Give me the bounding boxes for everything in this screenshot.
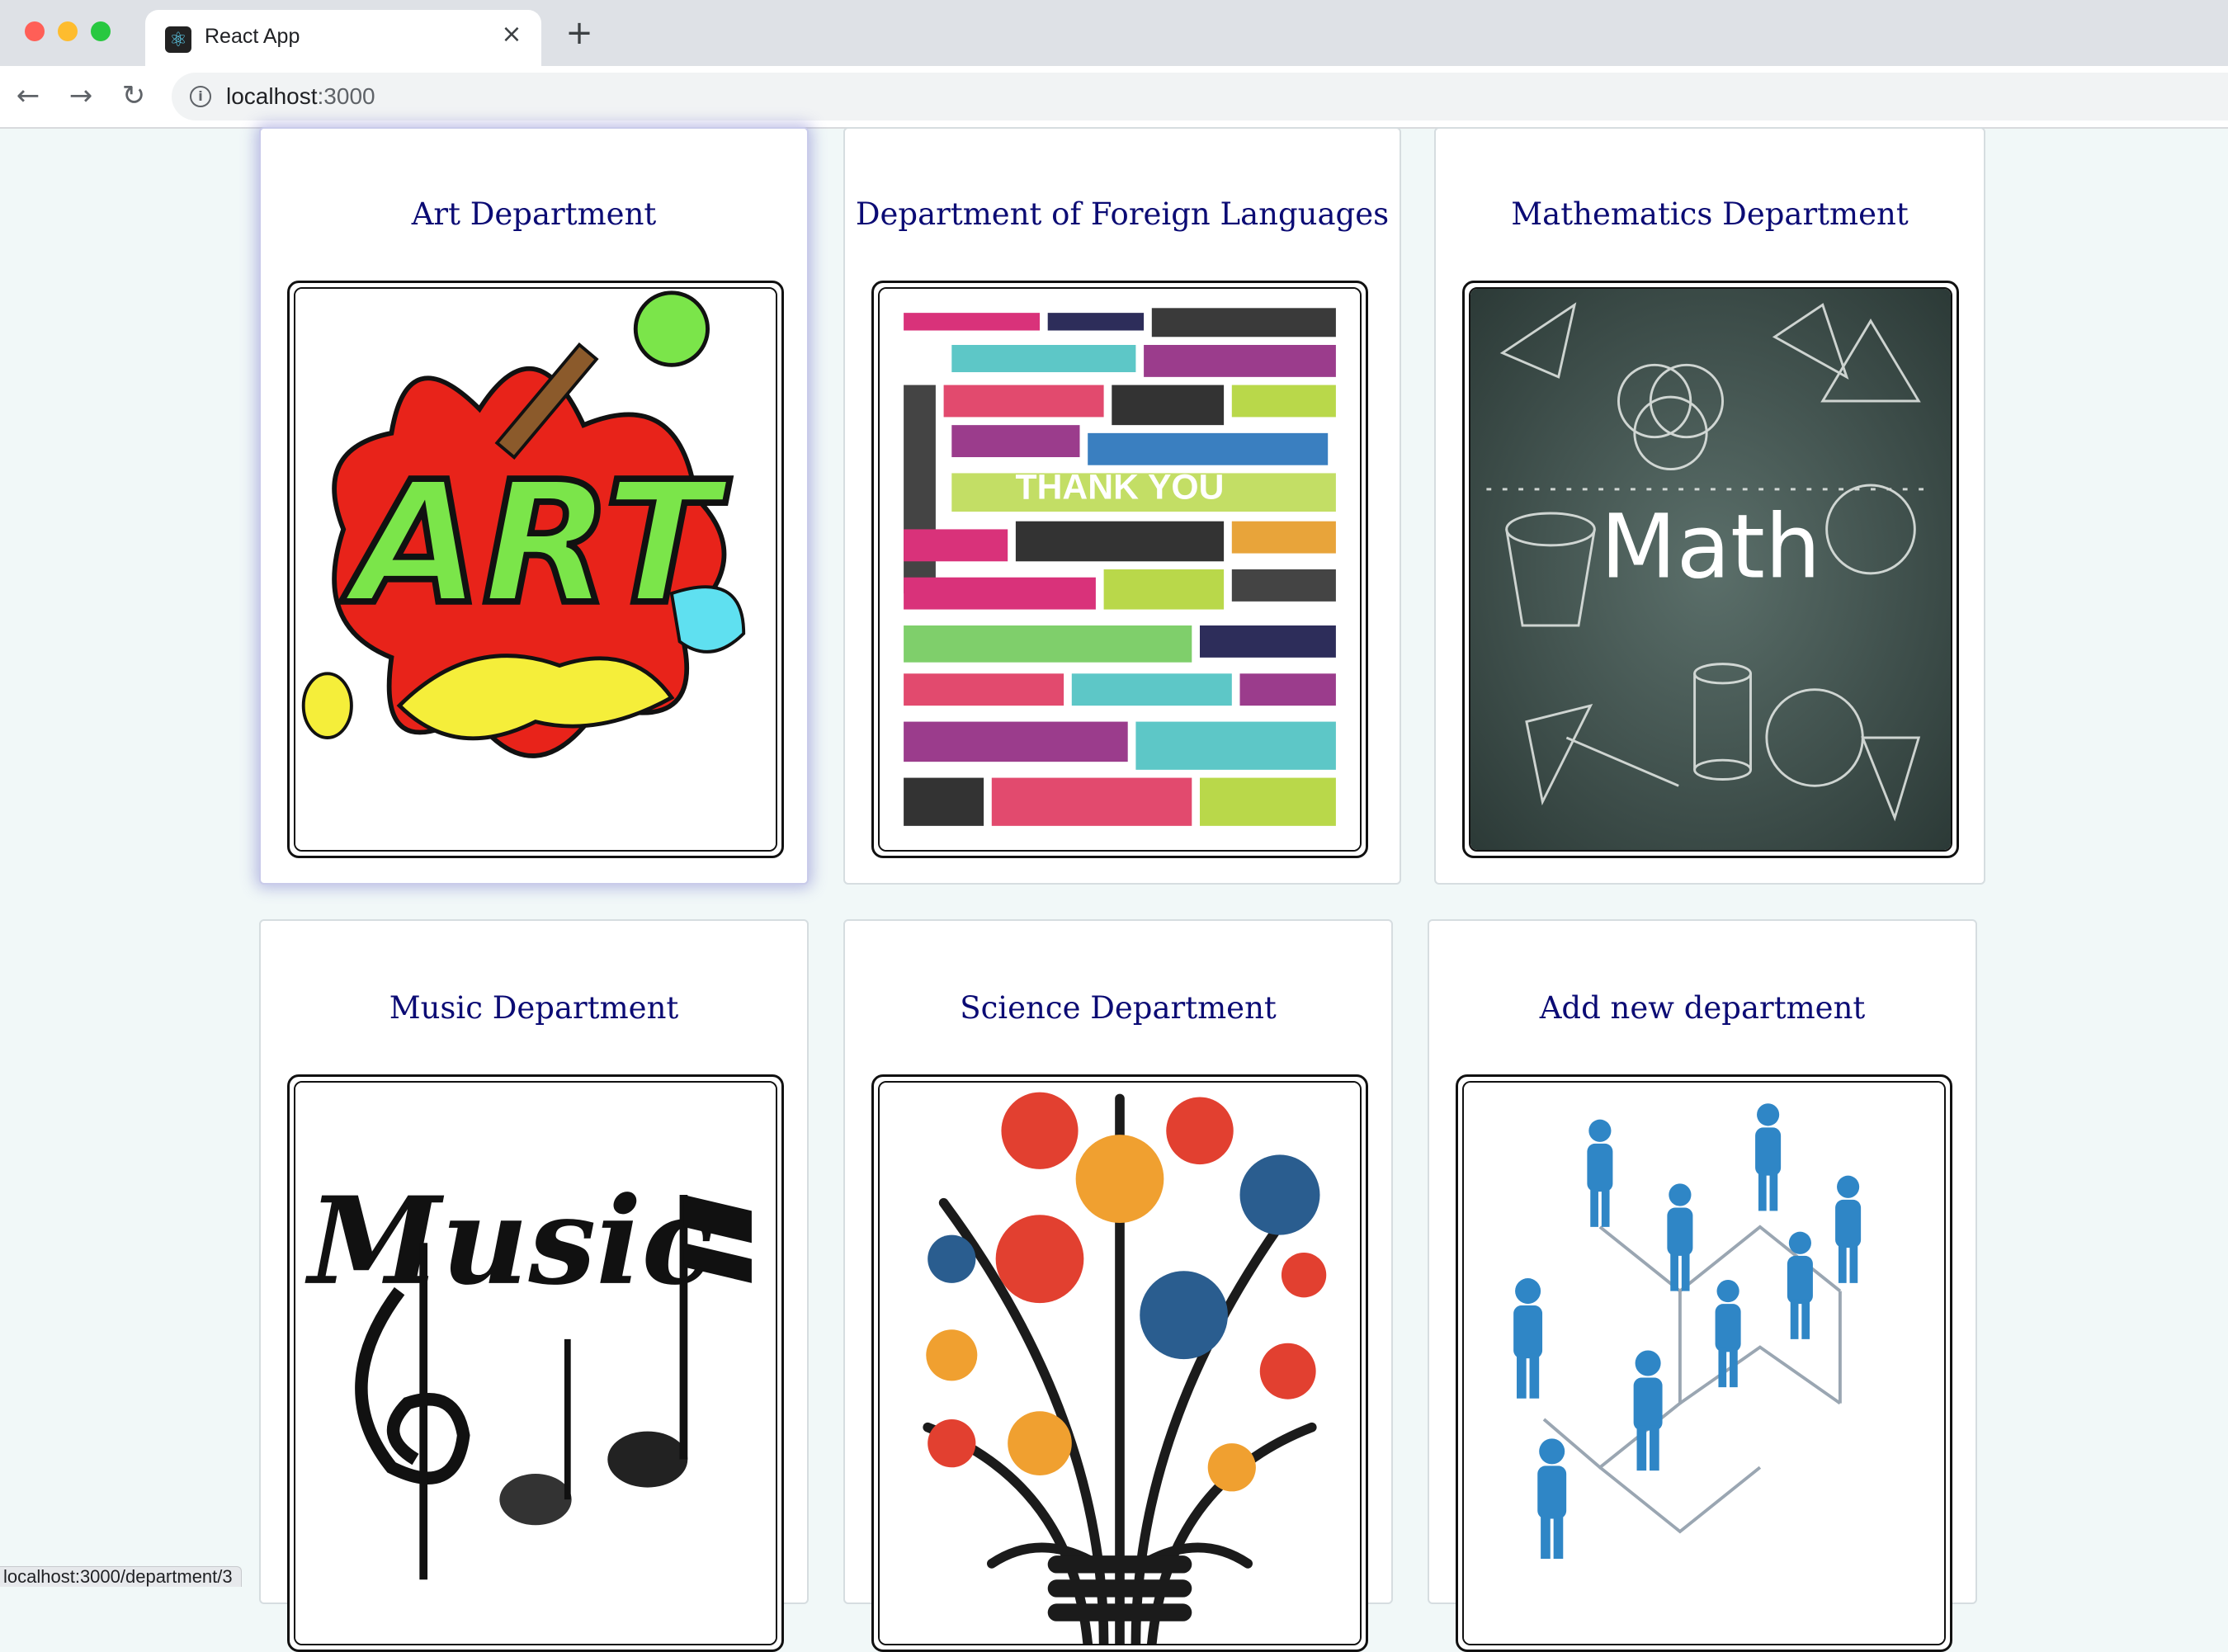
info-icon[interactable]: i [190,86,211,107]
department-card-mathematics[interactable]: Mathematics Department Math [1434,127,1985,885]
new-tab-button[interactable]: + [563,17,596,50]
org-chart-image [1456,1074,1952,1652]
status-bar-url: localhost:3000/department/3 [0,1566,242,1587]
tab-title: React App [205,25,300,48]
svg-text:THANK YOU: THANK YOU [1016,467,1225,507]
music-image: Music [287,1074,784,1652]
browser-tab-bar: ⚛ React App × + [0,0,2228,66]
browser-toolbar: ← → ↻ i localhost:3000 [0,66,2228,129]
art-image: ART [287,281,784,858]
foreign-languages-image: THANK YOU [871,281,1368,858]
card-title: Science Department [960,990,1277,1026]
browser-tab[interactable]: ⚛ React App × [145,10,541,66]
card-title: Add new department [1539,990,1866,1026]
close-window-button[interactable] [25,21,45,41]
address-bar[interactable]: i localhost:3000 [172,73,2228,120]
card-title: Mathematics Department [1511,196,1909,232]
back-arrow-icon[interactable]: ← [8,76,48,116]
department-card-add-new[interactable]: Add new department [1428,919,1977,1652]
react-icon: ⚛ [165,26,191,53]
url-text: localhost:3000 [226,83,375,109]
close-tab-icon[interactable]: × [497,20,526,50]
science-image [871,1074,1368,1652]
department-card-art[interactable]: Art Department ART [259,127,809,885]
math-image: Math [1462,281,1959,858]
card-title: Department of Foreign Languages [855,196,1390,232]
minimize-window-button[interactable] [58,21,78,41]
card-title: Art Department [411,196,657,232]
svg-text:ART: ART [341,446,730,642]
forward-arrow-icon[interactable]: → [61,76,101,116]
department-card-science[interactable]: Science Department [843,919,1393,1652]
department-card-foreign-languages[interactable]: Department of Foreign Languages THANK YO… [843,127,1401,885]
department-card-music[interactable]: Music Department Music [259,919,809,1652]
card-title: Music Department [389,990,679,1026]
svg-text:Math: Math [1601,497,1821,599]
maximize-window-button[interactable] [91,21,111,41]
reload-icon[interactable]: ↻ [114,76,153,116]
svg-text:Music: Music [304,1171,715,1312]
